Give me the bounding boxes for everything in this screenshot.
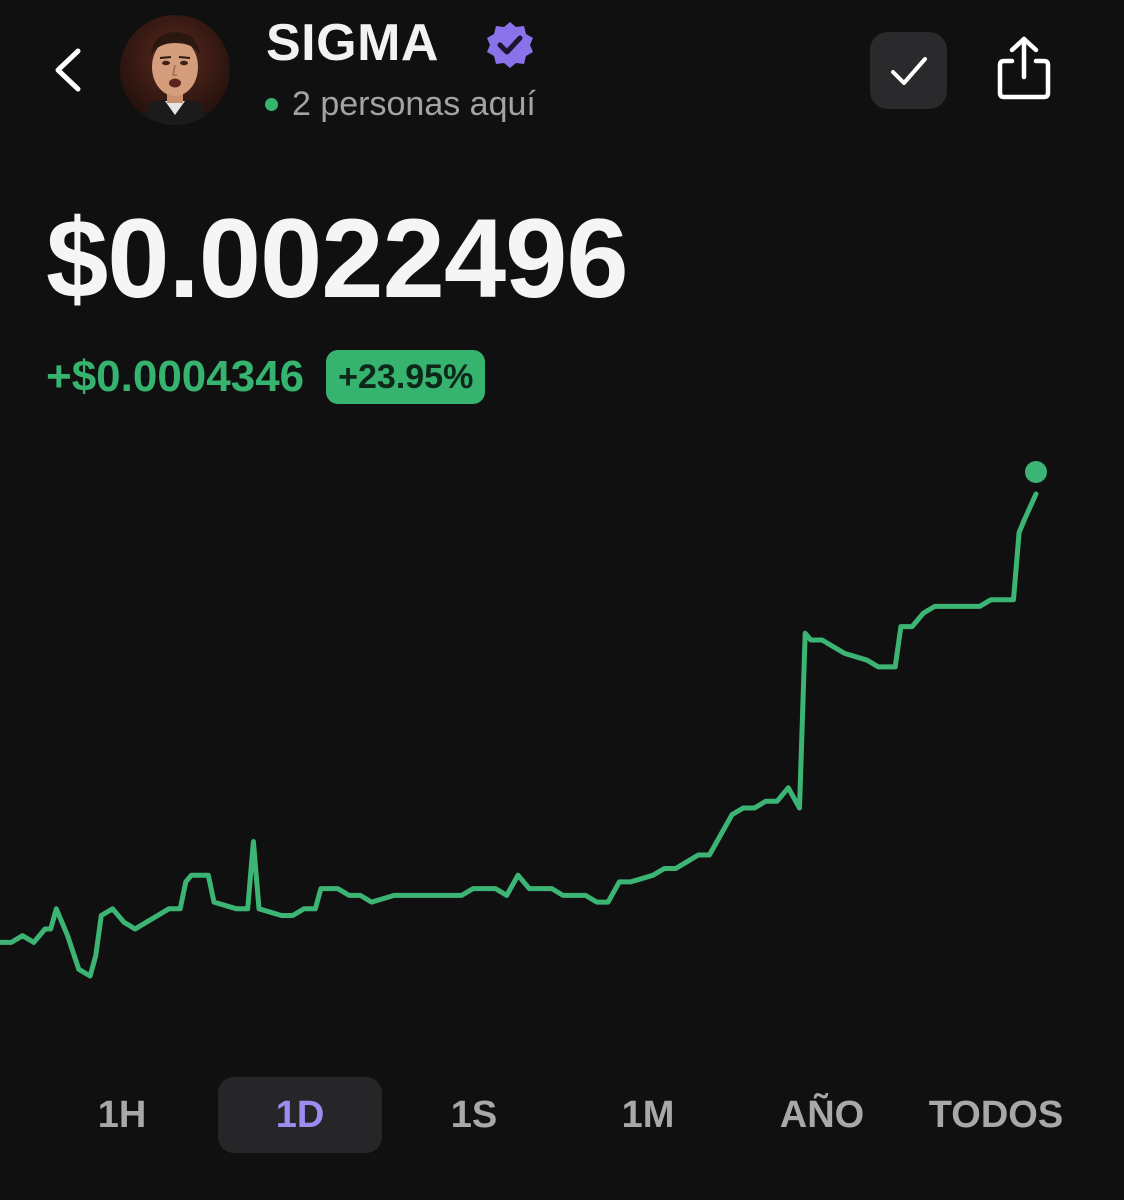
range-tab-1d[interactable]: 1D bbox=[218, 1077, 382, 1153]
checkmark-icon bbox=[890, 56, 927, 85]
verified-badge-icon bbox=[484, 19, 536, 71]
price-line bbox=[0, 491, 1039, 979]
token-avatar bbox=[120, 15, 230, 125]
presence-indicator: 2 personas aquí bbox=[265, 84, 536, 124]
online-dot-icon bbox=[265, 97, 278, 111]
share-icon bbox=[997, 36, 1051, 100]
price-change-percent-badge: +23.95% bbox=[326, 350, 486, 404]
price-change-row: +$0.0004346 +23.95% bbox=[46, 350, 486, 404]
watchlist-check-button[interactable] bbox=[870, 32, 947, 109]
price-chart[interactable] bbox=[0, 440, 1124, 1000]
share-button[interactable] bbox=[990, 30, 1058, 106]
range-tab-1s[interactable]: 1S bbox=[392, 1077, 556, 1153]
current-price: $0.0022496 bbox=[46, 196, 629, 321]
chevron-left-icon bbox=[55, 48, 81, 92]
range-tab-1m[interactable]: 1M bbox=[566, 1077, 730, 1153]
price-change-absolute: +$0.0004346 bbox=[46, 352, 305, 401]
current-price-marker bbox=[1025, 461, 1047, 483]
range-tab-ano[interactable]: AÑO bbox=[740, 1077, 904, 1153]
token-name: SIGMA bbox=[266, 14, 439, 72]
time-range-selector: 1H 1D 1S 1M AÑO TODOS bbox=[40, 1077, 1085, 1153]
range-tab-todos[interactable]: TODOS bbox=[914, 1077, 1078, 1153]
back-button[interactable] bbox=[40, 40, 96, 100]
range-tab-1h[interactable]: 1H bbox=[40, 1077, 204, 1153]
presence-text: 2 personas aquí bbox=[292, 85, 536, 123]
